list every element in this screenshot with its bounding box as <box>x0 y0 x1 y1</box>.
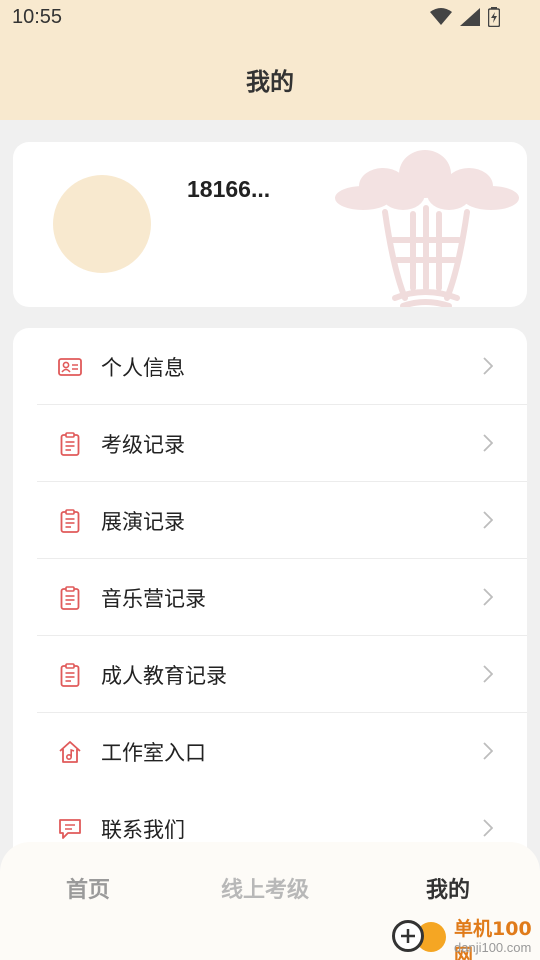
menu-card: 个人信息 考级记录 展演记录 音乐营记录 成人教育记录 工作室入口 联系我们 <box>13 328 527 888</box>
menu-item-adult-education-records[interactable]: 成人教育记录 <box>37 636 527 713</box>
menu-item-music-camp-records[interactable]: 音乐营记录 <box>37 559 527 636</box>
menu-item-label: 展演记录 <box>101 509 185 534</box>
profile-card[interactable]: 18166... <box>13 142 527 307</box>
tab-mine[interactable]: 我的 <box>426 872 470 904</box>
chevron-right-icon <box>483 588 493 606</box>
menu-item-performance-records[interactable]: 展演记录 <box>37 482 527 559</box>
status-bar: 10:55 <box>0 0 540 36</box>
menu-item-label: 成人教育记录 <box>101 663 227 688</box>
username: 18166... <box>187 176 271 202</box>
id-card-icon <box>57 354 83 380</box>
signal-icon <box>460 8 480 26</box>
menu-item-label: 个人信息 <box>101 355 185 380</box>
clipboard-icon <box>57 508 83 534</box>
header: 10:55 我的 <box>0 0 540 120</box>
avatar[interactable] <box>53 175 151 273</box>
watermark-plus-icon <box>392 920 424 952</box>
clipboard-icon <box>57 431 83 457</box>
chevron-right-icon <box>483 819 493 837</box>
watermark: 单机100网 danji100.com <box>390 914 540 960</box>
menu-item-studio-entrance[interactable]: 工作室入口 <box>37 713 527 790</box>
menu-item-personal-info[interactable]: 个人信息 <box>37 328 527 405</box>
chevron-right-icon <box>483 357 493 375</box>
chevron-right-icon <box>483 742 493 760</box>
clipboard-icon <box>57 585 83 611</box>
chevron-right-icon <box>483 665 493 683</box>
menu-item-label: 考级记录 <box>101 432 185 457</box>
menu-item-label: 工作室入口 <box>101 740 206 765</box>
chat-icon <box>57 816 83 842</box>
tab-online-exam[interactable]: 线上考级 <box>221 872 309 904</box>
status-time: 10:55 <box>12 6 63 28</box>
music-house-icon <box>57 739 83 765</box>
status-icons <box>430 7 500 27</box>
menu-item-exam-records[interactable]: 考级记录 <box>37 405 527 482</box>
chevron-right-icon <box>483 434 493 452</box>
clipboard-icon <box>57 662 83 688</box>
menu-item-label: 联系我们 <box>101 817 185 842</box>
watermark-url: danji100.com <box>454 940 532 955</box>
tab-home[interactable]: 首页 <box>66 872 110 904</box>
page-title: 我的 <box>246 68 294 96</box>
battery-icon <box>488 7 500 27</box>
menu-item-label: 音乐营记录 <box>101 586 206 611</box>
wifi-icon <box>430 8 452 25</box>
lyre-decoration-icon <box>335 150 519 307</box>
chevron-right-icon <box>483 511 493 529</box>
